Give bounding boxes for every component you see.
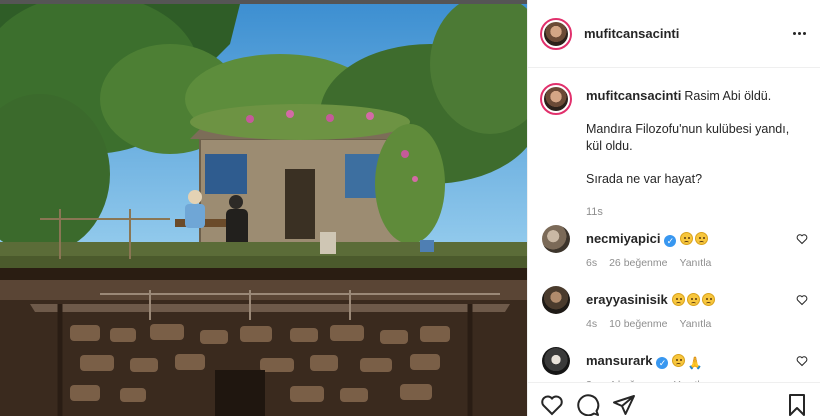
sad-face-icon — [680, 232, 694, 245]
comment-username[interactable]: erayyasinisik — [586, 292, 668, 307]
like-comment-icon[interactable] — [796, 355, 808, 367]
author-avatar[interactable] — [540, 17, 572, 50]
caption-line-4: Sırada ne var hayat? — [586, 172, 703, 186]
reply-button[interactable]: Yanıtla — [679, 257, 711, 269]
bookmark-icon[interactable] — [785, 393, 809, 416]
author-username[interactable]: mufitcansacinti — [584, 26, 679, 41]
like-comment-icon[interactable] — [796, 233, 808, 245]
praying-hands-icon: 🙏 — [687, 356, 703, 370]
photo-divider — [0, 268, 527, 280]
comment-text — [680, 232, 710, 248]
comment-text: 🙏 — [672, 354, 702, 370]
verified-badge-icon: ✓ — [656, 357, 669, 369]
sad-face-icon — [686, 293, 700, 306]
commenter-avatar[interactable] — [542, 347, 570, 375]
comment-text — [671, 293, 717, 309]
comment-age: 4s — [586, 318, 598, 330]
comment-username[interactable]: mansurark — [586, 353, 652, 368]
comment-meta: 6s 26 beğenme Yanıtla — [586, 257, 723, 269]
sad-face-icon — [695, 232, 709, 245]
comment-item: erayyasinisik 4s 10 beğenme Yanıtla — [540, 286, 810, 342]
caption-line-1: Rasim Abi öldü. — [684, 89, 772, 103]
like-heart-icon[interactable] — [540, 393, 564, 416]
photo-hut-before — [0, 4, 527, 272]
comment-likes[interactable]: 10 beğenme — [609, 318, 667, 330]
photo-hut-burned — [0, 280, 527, 416]
reply-button[interactable]: Yanıtla — [679, 318, 711, 330]
caption-avatar[interactable] — [540, 83, 572, 115]
comment-bubble-icon[interactable] — [576, 393, 600, 416]
commenter-avatar[interactable] — [542, 225, 570, 253]
sad-face-icon — [672, 354, 686, 367]
caption-line-3: kül oldu. — [586, 139, 633, 153]
comment-likes[interactable]: 26 beğenme — [609, 257, 667, 269]
comment-username[interactable]: necmiyapici — [586, 231, 660, 246]
share-send-icon[interactable] — [612, 393, 636, 416]
caption-line-2: Mandıra Filozofu'nun kulübesi yandı, — [586, 122, 790, 136]
post-action-bar — [528, 382, 820, 416]
verified-badge-icon: ✓ — [664, 235, 677, 247]
comment-meta: 4s 10 beğenme Yanıtla — [586, 318, 723, 330]
post-sidebar: mufitcansacinti mufitcansacinti Rasim Abi… — [527, 0, 820, 416]
more-options-icon[interactable] — [791, 25, 807, 41]
sad-face-icon — [671, 293, 685, 306]
caption-username[interactable]: mufitcansacinti — [586, 88, 681, 103]
post-timestamp: 11s — [586, 206, 603, 218]
like-comment-icon[interactable] — [796, 294, 808, 306]
post-caption: mufitcansacinti Rasim Abi öldü. Mandıra F… — [540, 83, 810, 221]
comment-item: necmiyapici ✓ 6s 26 beğenme Yanıtla — [540, 225, 810, 281]
comment-age: 6s — [586, 257, 598, 269]
post-image[interactable] — [0, 0, 527, 416]
post-header: mufitcansacinti — [528, 0, 820, 68]
commenter-avatar[interactable] — [542, 286, 570, 314]
sad-face-icon — [701, 293, 715, 306]
